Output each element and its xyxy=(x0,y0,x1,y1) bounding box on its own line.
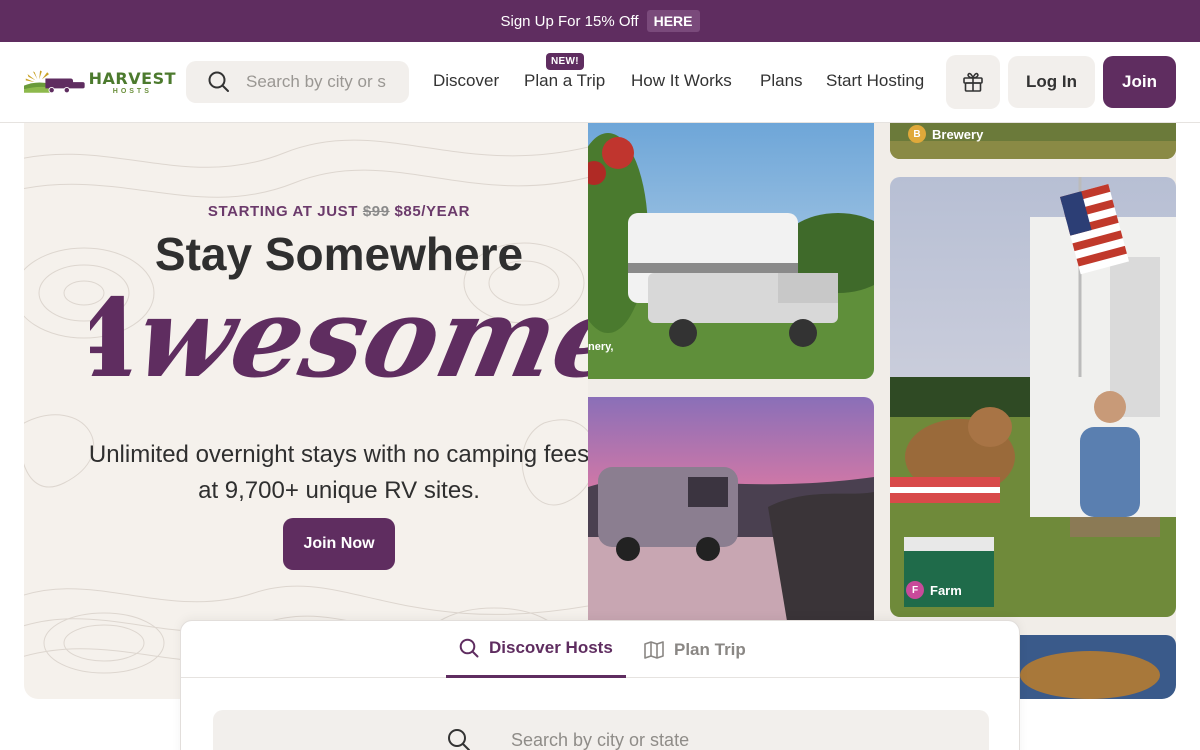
header-search-input[interactable] xyxy=(246,72,386,92)
gift-icon xyxy=(963,72,983,92)
new-badge: NEW! xyxy=(546,53,584,70)
promo-banner: Sign Up For 15% Off HERE xyxy=(0,0,1200,42)
logo-rv-icon xyxy=(24,70,85,94)
search-icon xyxy=(448,729,470,750)
search-icon xyxy=(208,71,229,92)
hero-section: STARTING AT JUST $99 $85/YEAR Stay Somew… xyxy=(24,123,1176,699)
hero-subcopy: Unlimited overnight stays with no campin… xyxy=(88,441,590,504)
join-button[interactable]: Join xyxy=(1103,56,1176,108)
brewery-label-text: Brewery xyxy=(932,126,984,142)
promo-text: Sign Up For 15% Off xyxy=(500,12,639,30)
farm-pin-icon: F xyxy=(906,581,924,599)
tab-discover-hosts-label: Discover Hosts xyxy=(489,638,613,657)
photo-farm: F Farm xyxy=(890,177,1176,617)
old-price: $99 xyxy=(362,203,390,220)
winery-label: nery, xyxy=(588,341,614,353)
logo-main-text: HARVEST xyxy=(88,69,176,88)
photo-collage: nery, B Brewery F Farm xyxy=(588,123,1176,699)
site-header: HARVEST HOSTS Discover NEW! Plan a Trip … xyxy=(0,42,1200,123)
nav-discover[interactable]: Discover xyxy=(433,71,499,91)
search-tabs: Discover Hosts Plan Trip xyxy=(181,621,1019,678)
farm-label-text: Farm xyxy=(930,582,962,598)
header-search[interactable] xyxy=(186,61,409,103)
brewery-label: B Brewery xyxy=(908,125,983,143)
pricing-kicker: STARTING AT JUST $99 $85/YEAR xyxy=(24,203,654,220)
brewery-pin-icon: B xyxy=(908,125,926,143)
nav-plans[interactable]: Plans xyxy=(760,71,803,91)
script-text: Awesome xyxy=(90,281,590,403)
gift-button[interactable] xyxy=(946,55,1000,109)
farm-label: F Farm xyxy=(906,581,962,599)
hero-headline: Stay Somewhere xyxy=(154,228,524,280)
login-button[interactable]: Log In xyxy=(1008,56,1095,108)
search-icon xyxy=(459,638,479,658)
nav-start-hosting[interactable]: Start Hosting xyxy=(826,71,924,91)
nav-how-it-works[interactable]: How It Works xyxy=(631,71,732,91)
promo-link[interactable]: HERE xyxy=(646,10,700,32)
search-card: Discover Hosts Plan Trip xyxy=(180,620,1020,750)
logo-sub-text: HOSTS xyxy=(112,88,152,95)
hero-copy: STARTING AT JUST $99 $85/YEAR Stay Somew… xyxy=(24,123,590,699)
kicker-prefix: STARTING AT JUST xyxy=(207,203,359,220)
logo-wordmark: HARVEST HOSTS xyxy=(88,69,176,96)
logo[interactable]: HARVEST HOSTS xyxy=(24,68,176,98)
nav-plan-a-trip[interactable]: Plan a Trip xyxy=(524,71,605,91)
card-search-input[interactable] xyxy=(511,729,911,750)
new-price: $85/YEAR xyxy=(394,203,471,220)
photo-rv-orchard: nery, xyxy=(588,123,874,379)
photo-van-sunset xyxy=(588,397,874,627)
map-icon xyxy=(644,640,664,659)
tab-plan-trip-label: Plan Trip xyxy=(674,639,746,659)
photo-brewery: B Brewery xyxy=(890,123,1176,159)
tab-plan-trip[interactable]: Plan Trip xyxy=(644,621,746,678)
hero-script-word: Awesome xyxy=(90,281,590,403)
join-now-button[interactable]: Join Now xyxy=(283,518,395,570)
card-search-field[interactable] xyxy=(213,710,989,750)
tab-discover-hosts[interactable]: Discover Hosts xyxy=(446,621,626,678)
